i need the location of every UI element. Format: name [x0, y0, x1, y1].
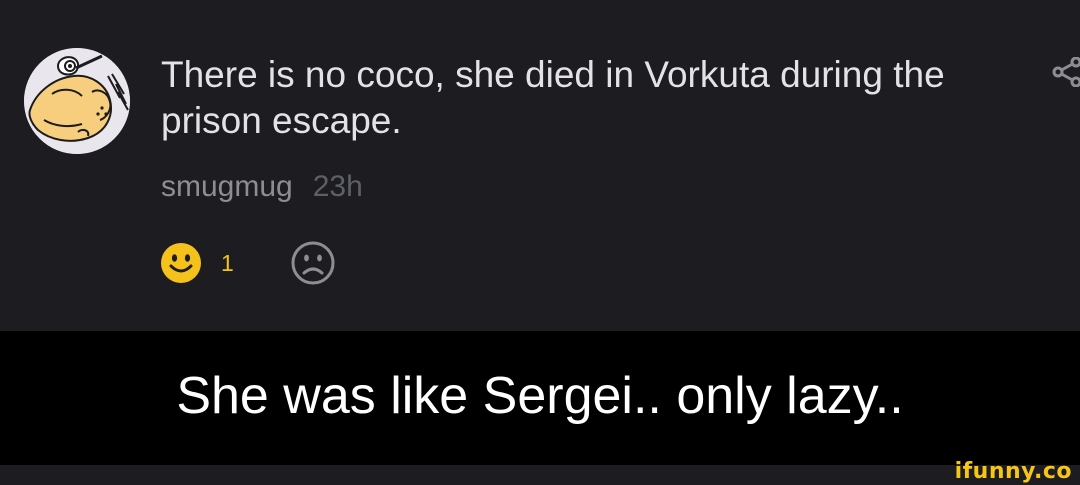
sad-face-icon [291, 241, 335, 285]
comment-card: There is no coco, she died in Vorkuta du… [0, 0, 1080, 331]
footer-bar: ifunny.co [0, 459, 1080, 485]
reaction-bar: 1 [159, 240, 336, 286]
dislike-button[interactable] [290, 240, 336, 286]
comment-text: There is no coco, she died in Vorkuta du… [161, 54, 945, 141]
caption-text: She was like Sergei.. only lazy.. [176, 367, 904, 425]
smiley-face-icon [161, 243, 201, 283]
share-button[interactable] [1050, 56, 1080, 88]
like-count: 1 [221, 249, 234, 276]
meme-caption: She was like Sergei.. only lazy.. [0, 331, 1080, 465]
ifunny-watermark: ifunny.co [954, 459, 1072, 484]
username[interactable]: smugmug [161, 170, 293, 203]
comment-meta: smugmug 23h [161, 167, 363, 207]
timestamp: 23h [312, 170, 363, 203]
like-button[interactable]: 1 [159, 241, 234, 285]
cartoon-character-avatar-icon [24, 48, 130, 154]
share-icon [1052, 56, 1080, 88]
user-avatar[interactable] [24, 48, 130, 154]
